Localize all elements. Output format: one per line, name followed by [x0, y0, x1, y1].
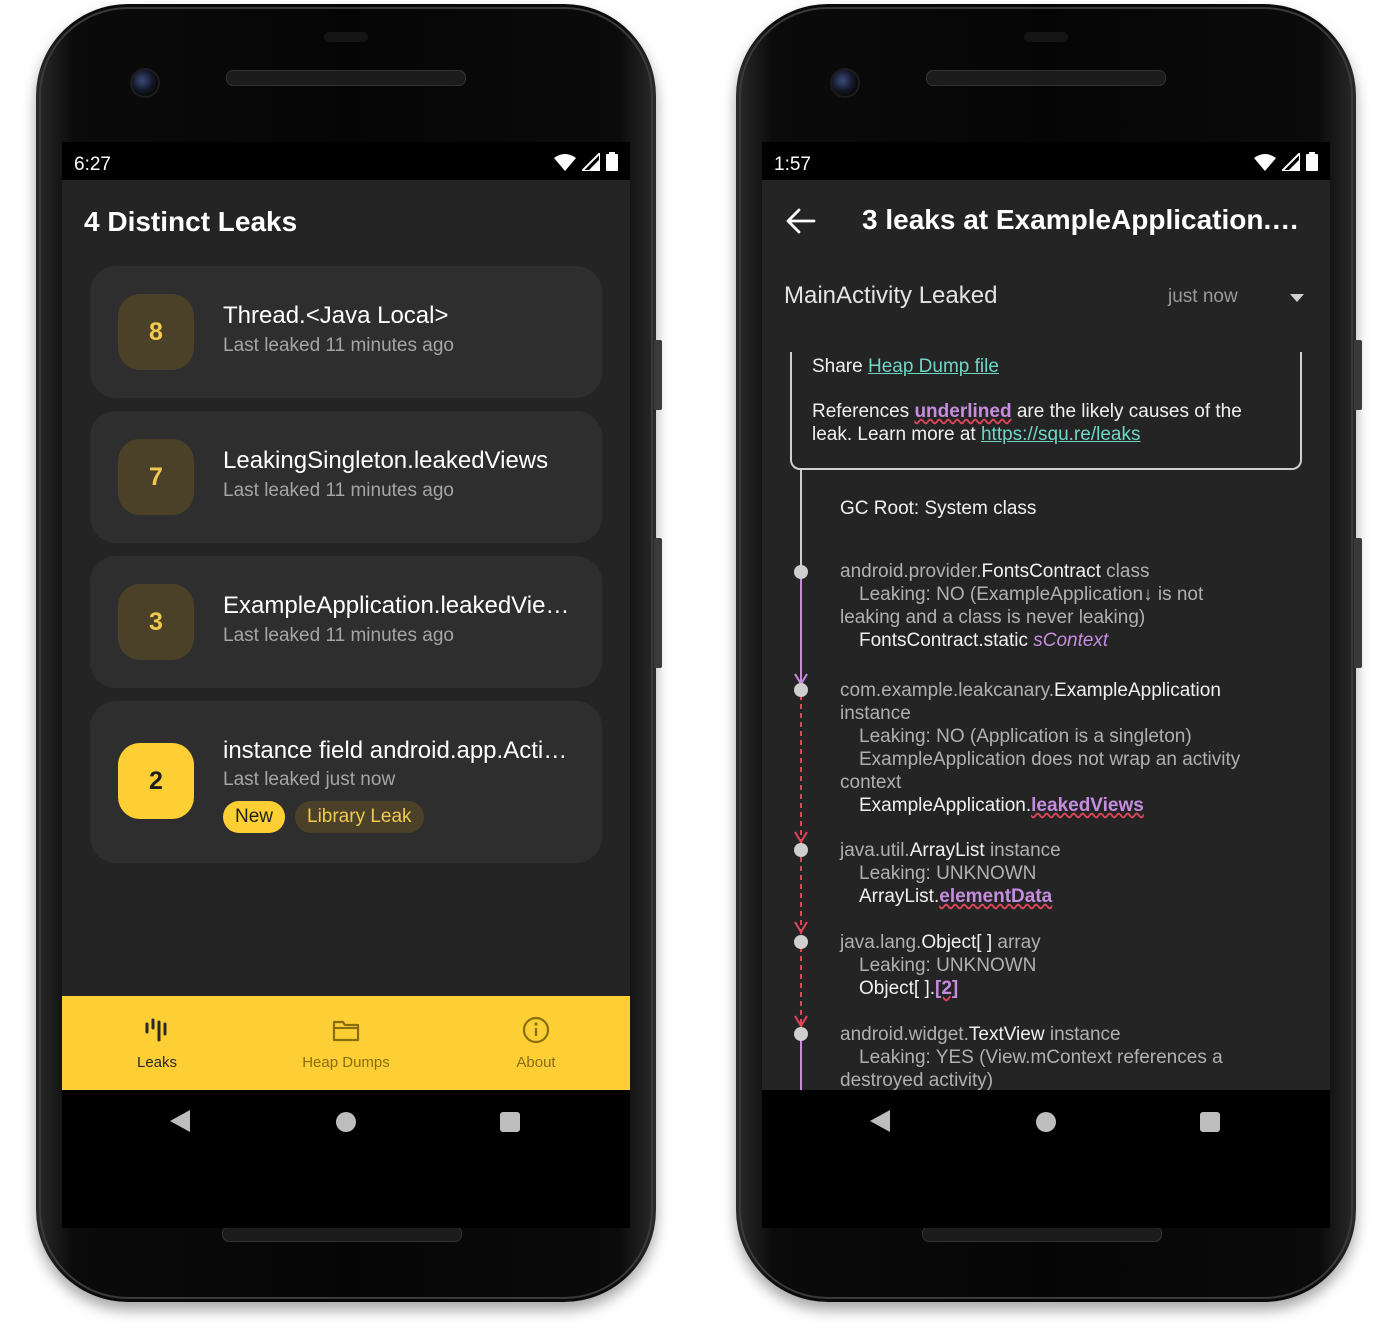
- trace-node[interactable]: java.util.ArrayList instance Leaking: UN…: [840, 839, 1280, 908]
- trace-node[interactable]: com.example.leakcanary.ExampleApplicatio…: [840, 679, 1280, 817]
- leak-card[interactable]: 7 LeakingSingleton.leakedViews Last leak…: [90, 411, 602, 543]
- trace-node[interactable]: android.provider.FontsContract class Lea…: [840, 560, 1280, 652]
- nav-tab-leaks[interactable]: Leaks: [62, 996, 252, 1090]
- leak-count-badge: 3: [118, 584, 194, 660]
- wifi-icon: [1254, 154, 1276, 171]
- library-leak-chip: Library Leak: [295, 801, 424, 833]
- trace-node[interactable]: android.widget.TextView instance Leaking…: [840, 1023, 1280, 1090]
- right-phone-frame: 1:57 3 leaks at ExampleApplication.le… M…: [736, 4, 1362, 1302]
- bottom-navigation: Leaks Heap Dumps About: [62, 996, 630, 1090]
- top-slot: [1024, 32, 1068, 42]
- leak-detail-screen: 3 leaks at ExampleApplication.le… MainAc…: [762, 180, 1330, 1090]
- status-time: 6:27: [74, 154, 111, 175]
- earpiece-speaker: [226, 70, 466, 86]
- trace-node-dot: [794, 843, 808, 857]
- leak-subtitle: Last leaked just now: [223, 769, 396, 790]
- battery-icon: [606, 152, 618, 171]
- reference-field: [2]: [935, 978, 959, 999]
- trace-node[interactable]: java.lang.Object[ ] array Leaking: UNKNO…: [840, 931, 1280, 1000]
- folder-icon: [332, 1020, 360, 1042]
- battery-icon: [1306, 152, 1318, 171]
- leak-card[interactable]: 3 ExampleApplication.leakedVie… Last lea…: [90, 556, 602, 688]
- leak-title: ExampleApplication.leakedVie…: [223, 592, 570, 619]
- signal-icon: [582, 153, 600, 171]
- left-phone-frame: 6:27 4 Distinct Leaks 8 Thread.<Java Loc…: [36, 4, 662, 1302]
- leak-count-badge: 2: [118, 743, 194, 819]
- leak-subtitle: Last leaked 11 minutes ago: [223, 625, 454, 646]
- right-screen: 1:57 3 leaks at ExampleApplication.le… M…: [762, 142, 1330, 1228]
- system-nav-bar: [762, 1090, 1330, 1228]
- leak-title: Thread.<Java Local>: [223, 302, 449, 329]
- nav-tab-heap-dumps[interactable]: Heap Dumps: [251, 996, 441, 1090]
- leak-count-badge: 8: [118, 294, 194, 370]
- status-bar: 1:57: [762, 142, 1330, 180]
- new-chip: New: [223, 801, 286, 833]
- leak-title: instance field android.app.Acti…: [223, 737, 568, 764]
- left-screen: 6:27 4 Distinct Leaks 8 Thread.<Java Loc…: [62, 142, 630, 1228]
- system-nav-bar: [62, 1090, 630, 1228]
- front-camera: [130, 68, 160, 98]
- trace-node-dot: [794, 935, 808, 949]
- nav-tab-about[interactable]: About: [441, 996, 630, 1090]
- earpiece-speaker: [926, 70, 1166, 86]
- nav-tab-label: About: [516, 1054, 556, 1071]
- leaks-icon: [145, 1018, 167, 1042]
- leak-subtitle: Last leaked 11 minutes ago: [223, 480, 454, 501]
- trace-node-dot: [794, 1027, 808, 1041]
- trace-node-dot: [794, 683, 808, 697]
- nav-tab-label: Heap Dumps: [302, 1054, 390, 1071]
- leak-title: LeakingSingleton.leakedViews: [223, 447, 549, 474]
- wifi-icon: [554, 154, 576, 171]
- status-bar: 6:27: [62, 142, 630, 180]
- home-icon[interactable]: [1036, 1112, 1056, 1132]
- page-title: 4 Distinct Leaks: [84, 206, 298, 237]
- top-slot: [324, 32, 368, 42]
- home-icon[interactable]: [336, 1112, 356, 1132]
- leak-card[interactable]: 2 instance field android.app.Acti… Last …: [90, 701, 602, 863]
- status-time: 1:57: [774, 154, 811, 175]
- recents-icon[interactable]: [500, 1112, 520, 1132]
- leak-count-badge: 7: [118, 439, 194, 515]
- reference-field: elementData: [939, 886, 1053, 907]
- signal-icon: [1282, 153, 1300, 171]
- bottom-speaker: [922, 1226, 1162, 1242]
- leaks-screen: 4 Distinct Leaks 8 Thread.<Java Local> L…: [62, 180, 630, 1090]
- back-icon[interactable]: [870, 1110, 890, 1132]
- trace-node-dot: [794, 565, 808, 579]
- leak-subtitle: Last leaked 11 minutes ago: [223, 335, 454, 356]
- gc-root-label: GC Root: System class: [840, 498, 1037, 519]
- reference-field: leakedViews: [1031, 795, 1144, 816]
- back-icon[interactable]: [170, 1110, 190, 1132]
- nav-tab-label: Leaks: [136, 1054, 178, 1071]
- info-icon: [522, 1016, 550, 1044]
- recents-icon[interactable]: [1200, 1112, 1220, 1132]
- reference-field: sContext: [1033, 630, 1109, 651]
- front-camera: [830, 68, 860, 98]
- bottom-speaker: [222, 1226, 462, 1242]
- leak-card[interactable]: 8 Thread.<Java Local> Last leaked 11 min…: [90, 266, 602, 398]
